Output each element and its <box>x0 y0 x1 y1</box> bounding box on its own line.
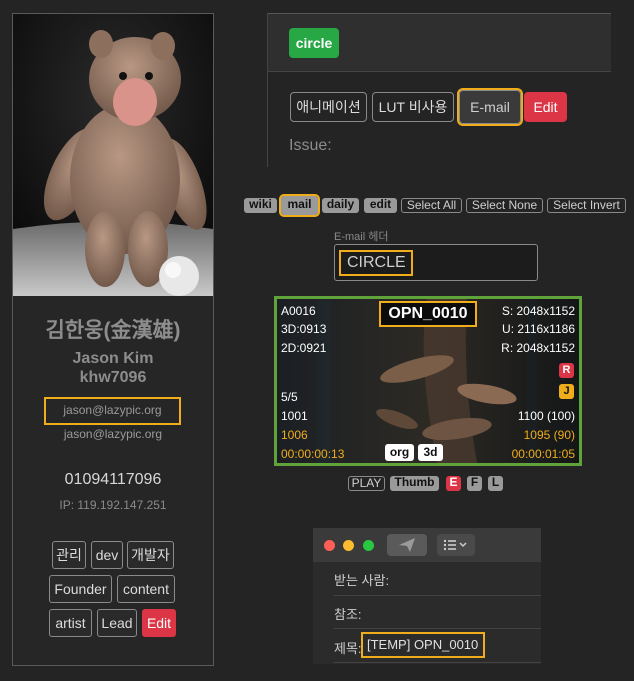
panel-divider <box>267 72 268 167</box>
video-badge-r: R <box>559 363 574 378</box>
video-tag-org[interactable]: org <box>385 444 414 461</box>
email-header-value: CIRCLE <box>339 250 413 276</box>
profile-edit-button[interactable]: Edit <box>142 609 176 637</box>
list-chevron-icon <box>443 539 467 551</box>
daily-button[interactable]: daily <box>322 198 359 213</box>
video-undistort-resolution: U: 2116x1186 <box>502 322 575 336</box>
primary-email-link[interactable]: jason@lazypic.org <box>44 397 181 425</box>
mail-divider <box>334 662 541 663</box>
mail-subject-field[interactable]: [TEMP] OPN_0010 <box>361 632 485 658</box>
secondary-email-link[interactable]: jason@lazypic.org <box>13 427 213 441</box>
video-3d-version: 3D:0913 <box>281 322 327 336</box>
profile-photo <box>13 14 213 296</box>
tag-dev[interactable]: dev <box>91 541 123 569</box>
tag-developer[interactable]: 개발자 <box>127 541 174 569</box>
video-start-frame: 1001 <box>281 409 308 423</box>
video-cut-in-frame: 1006 <box>281 428 308 442</box>
video-scene-code: A0016 <box>281 304 316 318</box>
minimize-window-icon[interactable] <box>343 540 354 551</box>
send-button[interactable] <box>387 534 427 556</box>
video-timecode-out: 00:00:01:05 <box>511 447 575 461</box>
profile-card: 김한웅(金漢雄) Jason Kim khw7096 jason@lazypic… <box>12 13 214 666</box>
f-button[interactable]: F <box>467 476 482 491</box>
mail-divider <box>334 628 541 629</box>
mail-button[interactable]: mail <box>279 194 320 217</box>
tag-content[interactable]: content <box>117 575 175 603</box>
send-icon <box>399 538 415 552</box>
mail-divider <box>334 595 541 596</box>
animation-button[interactable]: 애니메이션 <box>290 92 367 122</box>
video-preview[interactable]: A0016 3D:0913 2D:0921 OPN_0010 S: 2048x1… <box>274 296 582 466</box>
e-button[interactable]: E <box>446 476 461 491</box>
select-none-button[interactable]: Select None <box>466 198 543 213</box>
mail-subject-label: 제목: <box>334 641 362 656</box>
video-shot-name: OPN_0010 <box>379 301 477 327</box>
video-clip-count: 5/5 <box>281 390 298 404</box>
video-tag-3d[interactable]: 3d <box>418 444 443 461</box>
mail-cc-label: 참조: <box>334 607 362 622</box>
video-timecode-in: 00:00:00:13 <box>281 447 345 461</box>
wiki-button[interactable]: wiki <box>244 198 277 213</box>
select-all-button[interactable]: Select All <box>401 198 462 213</box>
tag-admin[interactable]: 관리 <box>52 541 86 569</box>
panel-edit-button[interactable]: Edit <box>524 92 567 122</box>
profile-name-english: Jason Kim <box>72 350 154 367</box>
format-menu-button[interactable] <box>437 534 475 556</box>
status-panel: circle 애니메이션 LUT 비사용 E-mail Edit Issue: <box>267 13 611 167</box>
profile-phone: 01094117096 <box>64 471 162 488</box>
mail-titlebar <box>313 528 541 562</box>
profile-ip: IP: 119.192.147.251 <box>59 498 167 512</box>
email-header-input[interactable]: CIRCLE <box>334 244 538 281</box>
status-badge-circle[interactable]: circle <box>289 28 339 58</box>
video-2d-version: 2D:0921 <box>281 341 327 355</box>
l-button[interactable]: L <box>488 476 503 491</box>
select-invert-button[interactable]: Select Invert <box>547 198 626 213</box>
video-end-frame: 1100 (100) <box>517 409 575 423</box>
issue-label: Issue: <box>289 137 332 154</box>
close-window-icon[interactable] <box>324 540 335 551</box>
tag-founder[interactable]: Founder <box>49 575 112 603</box>
play-button[interactable]: PLAY <box>348 476 385 491</box>
maximize-window-icon[interactable] <box>363 540 374 551</box>
profile-name-korean: 김한웅(金漢雄) <box>45 319 181 342</box>
video-source-resolution: S: 2048x1152 <box>501 304 575 318</box>
thumb-button[interactable]: Thumb <box>390 476 439 491</box>
mail-to-label: 받는 사람: <box>334 573 390 588</box>
profile-user-id: khw7096 <box>79 369 147 386</box>
lut-off-button[interactable]: LUT 비사용 <box>372 92 454 122</box>
tag-artist[interactable]: artist <box>49 609 92 637</box>
email-button[interactable]: E-mail <box>457 88 523 126</box>
video-badge-j: J <box>559 384 574 399</box>
edit-small-button[interactable]: edit <box>364 198 397 213</box>
email-header-label: E-mail 헤더 <box>334 231 389 243</box>
tag-lead[interactable]: Lead <box>97 609 137 637</box>
video-cut-out-frame: 1095 (90) <box>523 428 575 442</box>
mail-compose-window: 받는 사람: 참조: 제목: [TEMP] OPN_0010 <box>313 528 541 664</box>
video-render-resolution: R: 2048x1152 <box>501 341 575 355</box>
